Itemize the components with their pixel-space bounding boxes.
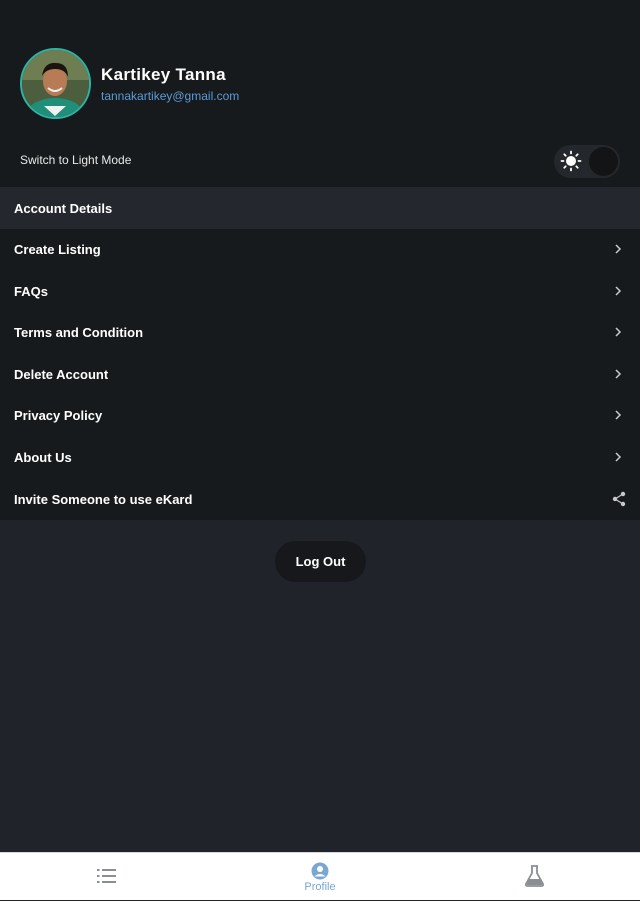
chevron-right-icon xyxy=(615,244,622,254)
section-header: Account Details xyxy=(0,187,640,229)
menu-item-label: About Us xyxy=(14,449,72,465)
chevron-right-icon xyxy=(615,369,622,379)
nav-item-profile[interactable]: Profile xyxy=(290,853,350,901)
menu-item-label: Create Listing xyxy=(14,242,101,257)
chevron-right-icon xyxy=(615,452,622,462)
logout-button[interactable]: Log Out xyxy=(275,541,366,582)
menu-item-create-listing[interactable]: Create Listing xyxy=(0,229,640,271)
menu-item-about-us[interactable]: About Us xyxy=(0,437,640,479)
chevron-right-icon xyxy=(615,286,622,296)
nav-item-list[interactable] xyxy=(90,853,124,901)
section-title: Account Details xyxy=(14,201,113,216)
menu-item-invite[interactable]: Invite Someone to use eKard xyxy=(0,479,640,521)
avatar[interactable] xyxy=(20,48,91,119)
profile-name: Kartikey Tanna xyxy=(101,65,226,84)
settings-menu: Create Listing FAQs Terms and Condition … xyxy=(0,229,640,520)
list-icon xyxy=(97,869,116,883)
menu-item-delete-account[interactable]: Delete Account xyxy=(0,354,640,396)
menu-item-label: FAQs xyxy=(14,283,48,299)
share-icon xyxy=(612,491,626,506)
toggle-knob xyxy=(589,147,618,176)
menu-item-label: Delete Account xyxy=(14,366,109,382)
menu-item-terms[interactable]: Terms and Condition xyxy=(0,312,640,354)
nav-profile-label: Profile xyxy=(304,881,336,893)
bottom-nav: Profile xyxy=(0,852,640,900)
theme-toggle[interactable] xyxy=(554,145,620,178)
profile-icon xyxy=(311,862,329,880)
menu-item-label: Privacy Policy xyxy=(14,408,103,424)
flask-icon xyxy=(525,865,544,887)
menu-item-privacy-policy[interactable]: Privacy Policy xyxy=(0,395,640,437)
user-photo-icon xyxy=(22,50,89,117)
menu-item-label: Invite Someone to use eKard xyxy=(14,491,193,507)
theme-toggle-label: Switch to Light Mode xyxy=(20,153,132,167)
sun-icon xyxy=(560,150,582,172)
chevron-right-icon xyxy=(615,327,622,337)
nav-item-lab[interactable] xyxy=(520,853,550,901)
chevron-right-icon xyxy=(615,410,622,420)
profile-email: tannakartikey@gmail.com xyxy=(101,89,240,103)
menu-item-faqs[interactable]: FAQs xyxy=(0,271,640,313)
menu-item-label: Terms and Condition xyxy=(14,325,144,341)
profile-header: Kartikey Tanna tannakartikey@gmail.com S… xyxy=(0,0,640,187)
